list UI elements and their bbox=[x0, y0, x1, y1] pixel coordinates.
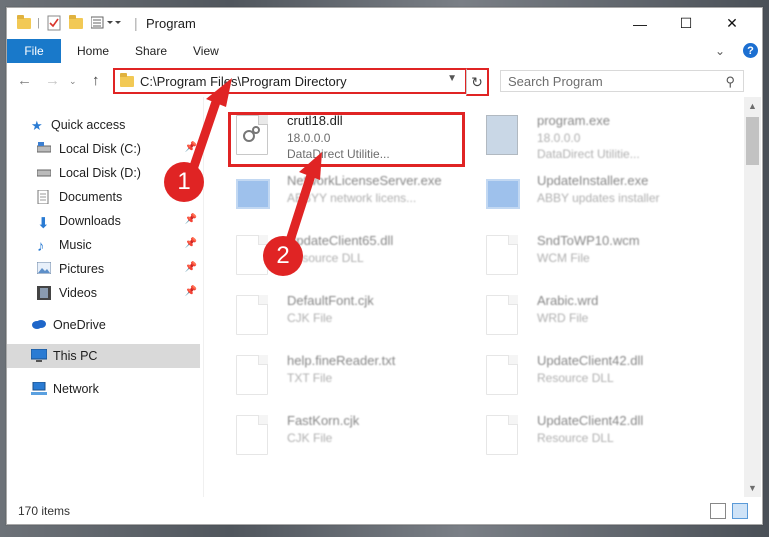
annotation-arrows bbox=[185, 78, 322, 255]
step-badge-1: 1 bbox=[164, 162, 204, 202]
step-badge-2: 2 bbox=[263, 236, 303, 276]
